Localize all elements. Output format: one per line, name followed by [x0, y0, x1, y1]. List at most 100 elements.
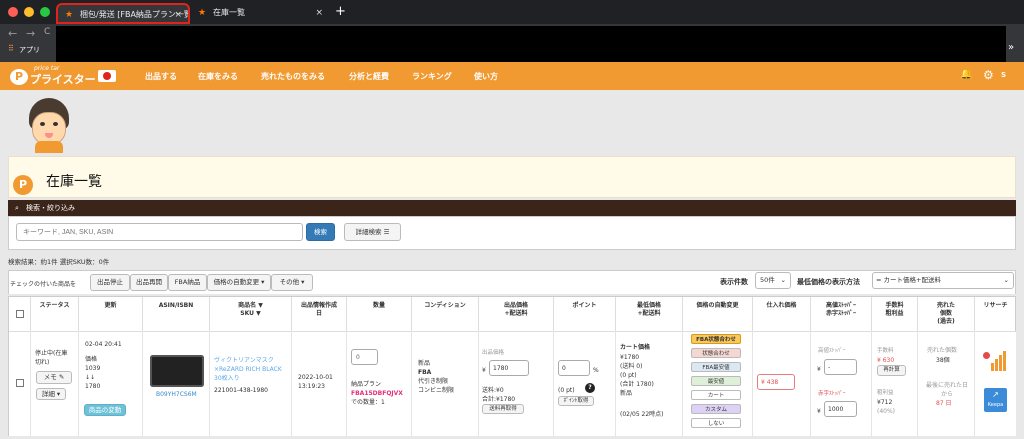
listing-price-cell: 出品価格 ¥ 1780 送料:¥0 合計:¥1780 送料再取得: [479, 331, 554, 436]
listing-total: 合計:¥1780: [482, 396, 516, 403]
high-stopper-input[interactable]: -: [824, 359, 857, 375]
condition-header[interactable]: コンディション: [412, 297, 479, 331]
fba-shipment-button[interactable]: FBA納品: [168, 274, 207, 291]
points-header[interactable]: ポイント: [554, 297, 616, 331]
high-stopper-currency: ¥: [817, 366, 821, 373]
search-result-summary: 検索結果：約1件 選択SKU数：0件: [8, 258, 110, 266]
product-cell: ヴィクトリアンマスク ×ReZARD RICH BLACK 30枚入り 2210…: [210, 331, 292, 436]
created-date-header[interactable]: 出品情報作成 日: [292, 297, 347, 331]
sold-count-header[interactable]: 売れた 個数 (過去): [918, 297, 975, 331]
row-checkbox[interactable]: [16, 379, 24, 387]
purchase-price-input[interactable]: ¥ 438: [757, 374, 795, 390]
high-stopper-label: 高値ｽﾄｯﾊﾟｰ: [818, 348, 846, 354]
search-button[interactable]: 検索: [306, 223, 335, 241]
detail-search-button[interactable]: 詳細検索 ☰: [344, 223, 401, 241]
display-count-select[interactable]: 50件 ⌄: [755, 272, 791, 289]
help-icon[interactable]: ?: [585, 383, 595, 393]
user-initial[interactable]: S: [1001, 71, 1006, 79]
minimize-window-icon[interactable]: [24, 7, 34, 17]
keyword-search-input[interactable]: [16, 223, 303, 241]
back-icon[interactable]: ←: [8, 27, 17, 40]
search-filter-title: 検索・絞り込み: [26, 204, 75, 212]
search-icon: ⌕: [15, 204, 19, 212]
apps-icon[interactable]: ⠿: [8, 44, 14, 53]
sold-count-label: 売れた個数: [927, 347, 958, 354]
listing-price-label: 出品価格: [482, 350, 505, 356]
settings-gear-icon[interactable]: ⚙: [983, 68, 994, 82]
shipment-plan-id[interactable]: FBA15DBFQJVX: [351, 389, 403, 398]
auto-none[interactable]: しない: [691, 418, 741, 428]
product-name-link[interactable]: ヴィクトリアンマスク ×ReZARD RICH BLACK 30枚入り: [214, 356, 292, 383]
browser-tab-active[interactable]: ★ 梱包/発送 [FBA納品プラン一覧] ×: [56, 3, 190, 24]
apps-bookmark[interactable]: アプリ: [19, 45, 40, 55]
condition-fba: FBA: [418, 369, 432, 376]
maximize-window-icon[interactable]: [40, 7, 50, 17]
fee-profit-header[interactable]: 手数料 粗利益: [872, 297, 918, 331]
auto-custom[interactable]: カスタム: [691, 404, 741, 414]
updated-header[interactable]: 更新: [79, 297, 143, 331]
row-select-cell: [9, 331, 31, 436]
auto-price-change-dropdown[interactable]: 価格の自動変更 ▾: [207, 274, 271, 291]
stop-listing-button[interactable]: 出品停止: [90, 274, 130, 291]
close-window-icon[interactable]: [8, 7, 18, 17]
memo-label: メモ: [43, 373, 57, 381]
sales-chart-icon[interactable]: [983, 349, 1009, 371]
forward-icon[interactable]: →: [26, 27, 35, 40]
asin-isbn-header[interactable]: ASIN/ISBN: [143, 297, 210, 331]
listing-price-input[interactable]: 1780: [489, 360, 529, 376]
price-history-arrow: ↓↓: [85, 374, 96, 381]
status-header[interactable]: ステータス: [31, 297, 79, 331]
browser-tab-inventory[interactable]: ★ 在庫一覧 ×: [191, 3, 329, 24]
auto-price-cell: FBA状態合わせ 状態合わせ FBA最安値 最安値 カート カスタム しない: [683, 331, 753, 436]
auto-fba-condition-match[interactable]: FBA状態合わせ: [691, 334, 741, 344]
auto-cart[interactable]: カート: [691, 390, 741, 400]
purchase-price-header[interactable]: 仕入れ価格: [753, 297, 811, 331]
lowest-price-header[interactable]: 最低価格 +配送料: [616, 297, 683, 331]
nav-analysis-expenses[interactable]: 分析と経費: [349, 71, 389, 82]
close-tab-icon[interactable]: ×: [315, 3, 323, 23]
auto-lowest[interactable]: 最安値: [691, 376, 741, 386]
cart-shipping: (送料 0): [620, 363, 643, 370]
purchase-currency: ¥: [761, 379, 765, 386]
low-stopper-input[interactable]: 1000: [824, 401, 857, 417]
nav-inventory[interactable]: 在庫をみる: [198, 71, 238, 82]
product-change-button[interactable]: 商品の変動: [84, 404, 126, 416]
nav-list-item[interactable]: 出品する: [145, 71, 177, 82]
nav-ranking[interactable]: ランキング: [412, 71, 452, 82]
lowest-price-method-select[interactable]: = カート価格+配送料 ⌄: [872, 272, 1014, 289]
memo-button[interactable]: メモ ✎: [36, 371, 72, 384]
auto-condition-match[interactable]: 状態合わせ: [691, 348, 741, 358]
quantity-header[interactable]: 数量: [347, 297, 412, 331]
points-input[interactable]: 0: [558, 360, 590, 376]
stopper-header[interactable]: 高値ｽﾄｯﾊﾟｰ 赤字ｽﾄｯﾊﾟｰ: [811, 297, 872, 331]
new-tab-button[interactable]: +: [335, 4, 346, 19]
bookmark-overflow-icon[interactable]: »: [1008, 42, 1014, 53]
refetch-shipping-button[interactable]: 送料再取得: [482, 404, 524, 414]
lowest-price-method-value: = カート価格+配送料: [876, 276, 941, 284]
product-name-sku-header[interactable]: 商品名 ▼ SKU ▼: [210, 297, 292, 331]
auto-price-header[interactable]: 価格の自動変更: [683, 297, 753, 331]
resume-listing-button[interactable]: 出品再開: [130, 274, 168, 291]
select-all-checkbox[interactable]: [15, 310, 24, 318]
nav-sold-items[interactable]: 売れたものをみる: [261, 71, 325, 82]
quantity-input[interactable]: 0: [351, 349, 378, 365]
purchase-price-value: 438: [766, 379, 779, 386]
detail-button[interactable]: 詳細 ▾: [36, 388, 66, 400]
profit-label: 粗利益: [877, 390, 894, 396]
asin-link[interactable]: B09YH7CS6M: [156, 390, 197, 399]
priceter-favicon-icon: ★: [198, 8, 207, 18]
auto-fba-lowest[interactable]: FBA最安値: [691, 362, 741, 372]
get-points-button[interactable]: ﾎﾟｲﾝﾄ取得: [558, 396, 594, 406]
research-header[interactable]: リサーチ: [975, 297, 1016, 331]
priceter-logo[interactable]: price tar P プライスター: [10, 65, 128, 87]
keepa-button[interactable]: ↗ Keepa: [984, 388, 1007, 412]
notification-bell-icon[interactable]: 🔔: [960, 69, 972, 80]
other-actions-dropdown[interactable]: その他 ▾: [271, 274, 313, 291]
nav-guide[interactable]: 使い方: [474, 71, 498, 82]
recalculate-button[interactable]: 再計算: [877, 365, 906, 376]
reload-icon[interactable]: C: [44, 27, 50, 37]
lowest-price-method-label: 最低価格の表示方法: [797, 278, 860, 286]
close-tab-icon[interactable]: ×: [174, 5, 182, 22]
product-thumbnail[interactable]: [150, 355, 204, 387]
listing-price-header[interactable]: 出品価格 +配送料: [479, 297, 554, 331]
